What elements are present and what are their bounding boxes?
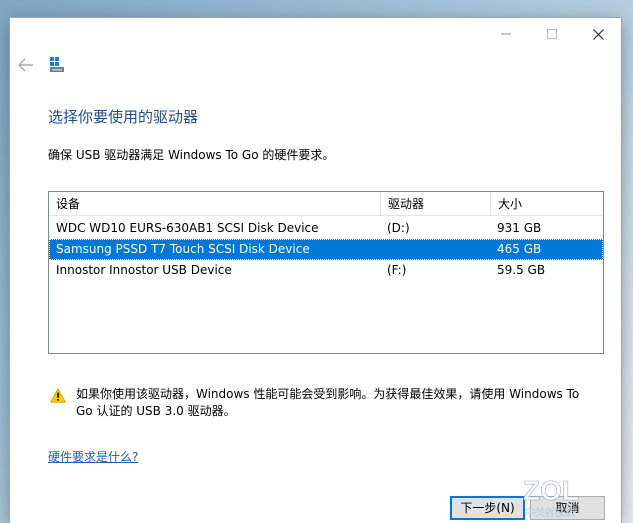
device-row[interactable]: WDC WD10 EURS-630AB1 SCSI Disk Device (D… [49,218,603,239]
cancel-button[interactable]: 取消 [530,496,605,520]
warning-icon [49,387,67,403]
device-size: 465 GB [497,242,542,256]
hardware-requirements-link[interactable]: 硬件要求是什么? [48,448,138,465]
device-name: Innostor Innostor USB Device [56,263,232,277]
column-header-drive[interactable]: 驱动器 [380,192,490,216]
maximize-icon [547,29,557,39]
next-button[interactable]: 下一步(N) [450,496,525,520]
title-bar [10,18,621,86]
device-list[interactable]: 设备 驱动器 大小 WDC WD10 EURS-630AB1 SCSI Disk… [48,191,604,354]
minimize-button[interactable] [483,18,529,50]
page-title: 选择你要使用的驱动器 [48,108,199,126]
close-button[interactable] [575,18,621,50]
instruction-text: 确保 USB 驱动器满足 Windows To Go 的硬件要求。 [48,148,335,162]
device-name: Samsung PSSD T7 Touch SCSI Disk Device [56,242,310,256]
column-header-device[interactable]: 设备 [49,192,380,216]
close-icon [592,28,604,40]
device-size: 59.5 GB [497,263,546,277]
column-header-size[interactable]: 大小 [490,192,601,216]
back-button[interactable] [18,58,36,74]
back-arrow-icon [18,58,33,72]
device-drive: (F:) [387,263,407,277]
device-row-selected[interactable]: Samsung PSSD T7 Touch SCSI Disk Device 4… [49,239,603,260]
device-drive: (D:) [387,221,410,235]
device-row[interactable]: Innostor Innostor USB Device (F:) 59.5 G… [49,260,603,281]
wizard-window: 选择你要使用的驱动器 确保 USB 驱动器满足 Windows To Go 的硬… [10,18,621,523]
device-size: 931 GB [497,221,542,235]
list-header: 设备 驱动器 大小 [49,192,603,216]
window-controls [483,18,621,50]
maximize-button[interactable] [529,18,575,50]
wizard-content: 选择你要使用的驱动器 确保 USB 驱动器满足 Windows To Go 的硬… [10,86,621,523]
warning-text: 如果你使用该驱动器，Windows 性能可能会受到影响。为获得最佳效果，请使用 … [76,387,580,418]
windows-to-go-icon [48,56,66,74]
device-name: WDC WD10 EURS-630AB1 SCSI Disk Device [56,221,319,235]
minimize-icon [501,33,511,35]
device-rows: WDC WD10 EURS-630AB1 SCSI Disk Device (D… [49,218,603,281]
